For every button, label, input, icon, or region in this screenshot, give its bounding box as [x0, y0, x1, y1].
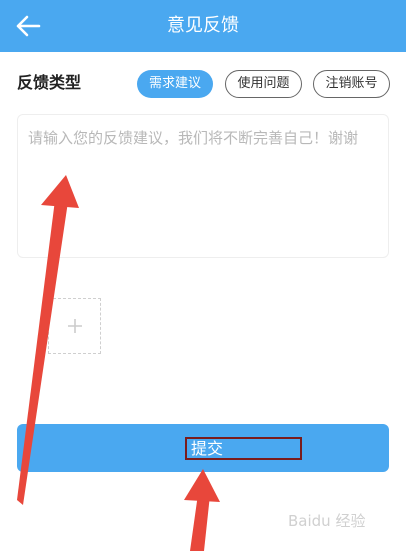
plus-icon	[67, 319, 82, 333]
feedback-textarea[interactable]: 请输入您的反馈建议，我们将不断完善自己！谢谢	[17, 114, 389, 258]
app-header: 意见反馈	[0, 0, 406, 52]
chip-requirement-suggestion[interactable]: 需求建议	[137, 70, 213, 98]
chip-cancel-account[interactable]: 注销账号	[313, 70, 390, 98]
feedback-type-label: 反馈类型	[17, 73, 82, 92]
page-title: 意见反馈	[167, 15, 239, 36]
submit-label: 提交	[185, 437, 302, 460]
feedback-placeholder: 请输入您的反馈建议，我们将不断完善自己！谢谢	[28, 129, 359, 147]
watermark: Baidu 经验	[288, 512, 366, 530]
chip-usage-problem[interactable]: 使用问题	[225, 70, 302, 98]
image-upload-button[interactable]	[48, 298, 101, 354]
